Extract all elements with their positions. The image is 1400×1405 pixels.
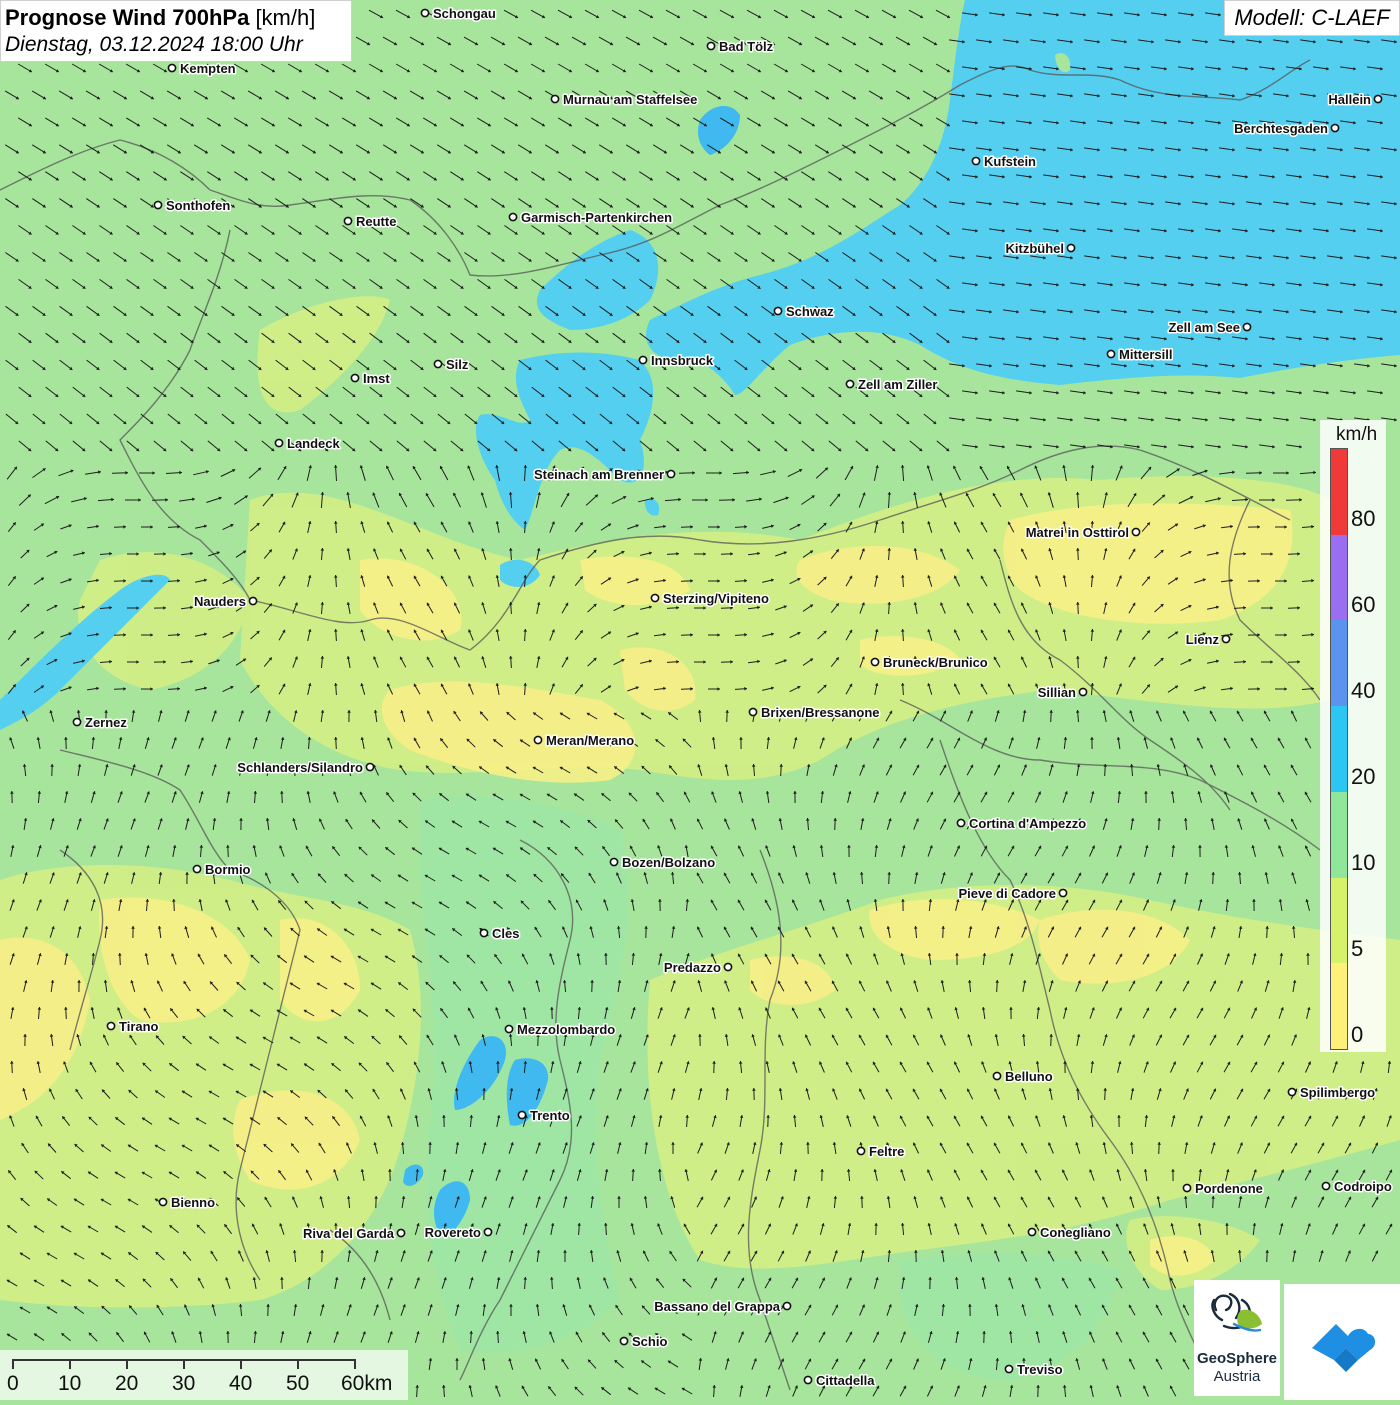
wind-map[interactable]: SchongauBad TölzKemptenMurnau am Staffel… [0,0,1400,1400]
